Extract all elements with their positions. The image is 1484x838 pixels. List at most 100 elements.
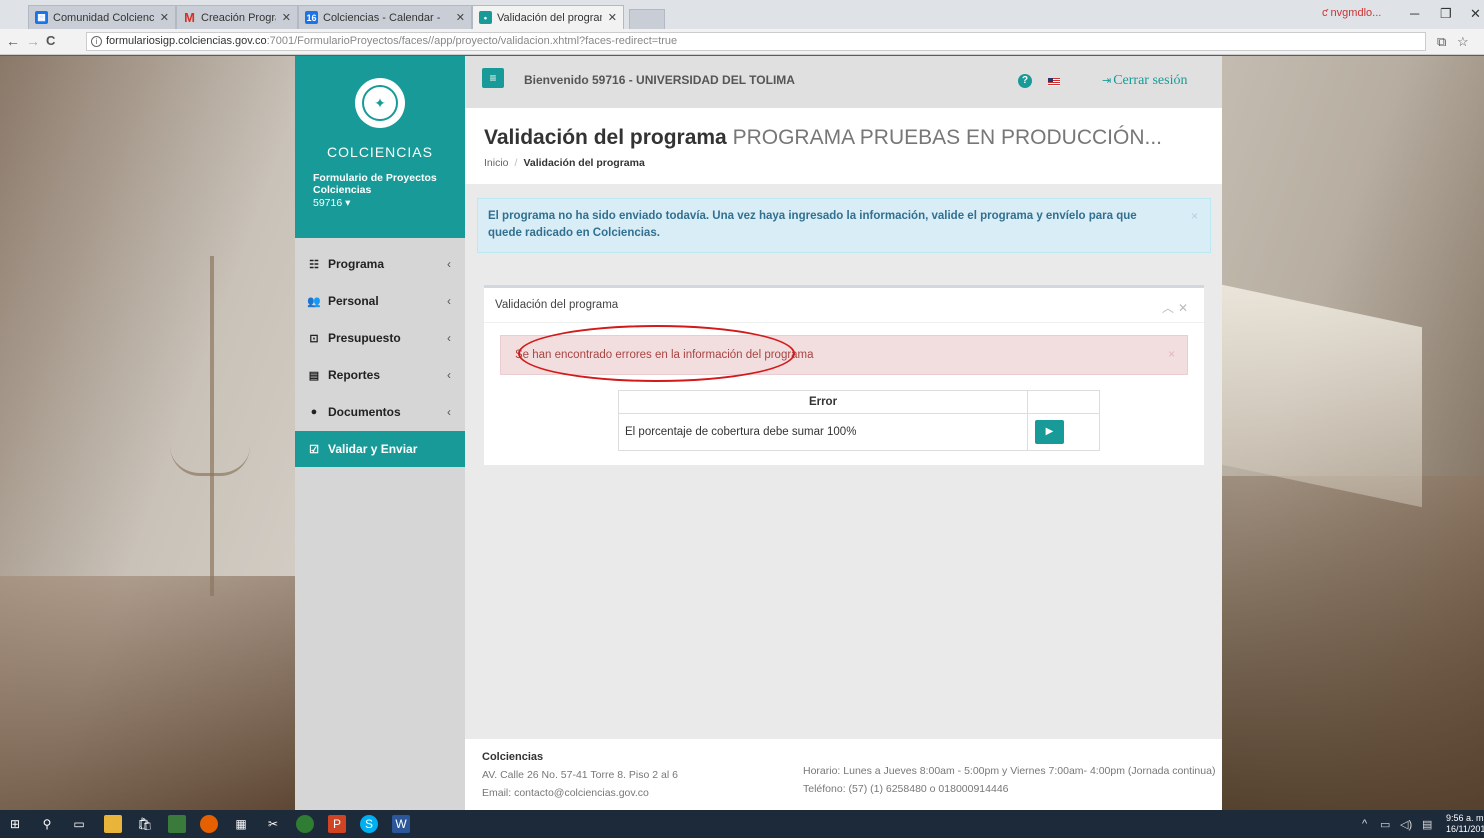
logout-link[interactable]: ⇥ Cerrar sesión [1102, 73, 1187, 89]
volume-icon[interactable]: ◁) [1400, 818, 1412, 831]
tab-title: Creación Programa : PRC [201, 11, 276, 24]
page-header: Validación del programa PROGRAMA PRUEBAS… [465, 108, 1222, 184]
restore-icon[interactable]: ❐ [1440, 6, 1452, 22]
chevron-left-icon: ‹ [447, 405, 451, 419]
welcome-text: Bienvenido 59716 - UNIVERSIDAD DEL TOLIM… [524, 73, 795, 87]
url-input[interactable]: i formulariosigp.colciencias.gov.co:7001/… [86, 32, 1426, 51]
validation-box-header: Validación del programa ︿✕ [484, 288, 1204, 323]
skype-icon[interactable]: S [360, 815, 378, 833]
tab-title: Comunidad Colciencias [53, 11, 154, 24]
back-arrow-icon[interactable]: ← [6, 33, 20, 49]
background-scale-pan [170, 446, 250, 476]
red-highlight-oval [518, 325, 795, 382]
hamburger-menu-icon[interactable]: ≡ [482, 68, 504, 88]
error-message: El porcentaje de cobertura debe sumar 10… [618, 413, 1028, 451]
box-tools: ︿✕ [1162, 299, 1192, 316]
sidebar-item-personal[interactable]: 👥 Personal ‹ [295, 283, 465, 319]
page-title: Validación del programa PROGRAMA PRUEBAS… [484, 126, 1162, 150]
forward-arrow-icon[interactable]: → [26, 33, 40, 49]
url-host: formulariosigp.colciencias.gov.co [106, 35, 267, 47]
sidebar-item-label: Programa [328, 257, 385, 271]
sidebar: ✦ COLCIENCIAS Formulario de Proyectos Co… [295, 56, 465, 810]
error-column-header: Error [618, 390, 1028, 414]
help-icon[interactable]: ? [1018, 74, 1032, 88]
chevron-left-icon: ‹ [447, 257, 451, 271]
seal-inner: ✦ [362, 85, 398, 121]
close-alert-icon[interactable]: × [1191, 208, 1198, 225]
close-tab-icon[interactable]: ✕ [160, 11, 169, 24]
background-scale-stem [210, 256, 214, 596]
browser-tab-comunidad[interactable]: ▦ Comunidad Colciencias ✕ [28, 5, 176, 29]
word-icon[interactable]: W [392, 815, 410, 833]
remove-icon[interactable]: ✕ [1178, 301, 1192, 315]
background-book [1222, 284, 1422, 508]
clock-date: 16/11/2017 [1446, 824, 1484, 834]
bookmark-star-icon[interactable]: ☆ [1457, 34, 1469, 50]
info-icon[interactable]: i [91, 36, 102, 47]
calendar-app-icon: ▦ [35, 11, 48, 24]
close-tab-icon[interactable]: ✕ [456, 11, 465, 24]
chevron-left-icon: ‹ [447, 294, 451, 308]
page-title-main: Validación del programa [484, 126, 727, 149]
breadcrumb-separator: / [514, 157, 518, 169]
close-tab-icon[interactable]: ✕ [608, 11, 617, 24]
main-content: ≡ Bienvenido 59716 - UNIVERSIDAD DEL TOL… [465, 56, 1222, 810]
us-flag-icon[interactable] [1048, 78, 1060, 86]
windows-start-icon[interactable]: ⊞ [6, 815, 24, 833]
file-explorer-icon[interactable] [104, 815, 122, 833]
browser-tab-calendar[interactable]: 16 Colciencias - Calendar - ✕ [298, 5, 472, 29]
user-id-dropdown[interactable]: 59716 ▾ [313, 197, 350, 209]
breadcrumb: Inicio / Validación del programa [484, 157, 645, 169]
chrome-icon[interactable] [296, 815, 314, 833]
store-icon[interactable]: 🛍 [136, 815, 154, 833]
browser-tab-creacion[interactable]: M Creación Programa : PRC ✕ [176, 5, 298, 29]
money-icon: ⊡ [309, 332, 319, 345]
url-path: :7001/FormularioProyectos/faces//app/pro… [266, 35, 678, 47]
page-title-program: PROGRAMA PRUEBAS EN PRODUCCIÓN... [732, 126, 1162, 149]
system-clock[interactable]: 9:56 a. m. 16/11/2017 [1446, 813, 1484, 835]
powerpoint-icon[interactable]: P [328, 815, 346, 833]
translate-icon[interactable]: ⧉ [1437, 34, 1446, 50]
info-alert-text: El programa no ha sido enviado todavía. … [488, 210, 1137, 239]
tab-title: Validación del programa [497, 11, 602, 24]
background-wood-left [0, 576, 300, 810]
network-icon[interactable]: ▭ [1380, 818, 1390, 831]
new-tab-button[interactable] [629, 9, 665, 29]
footer-phone: Teléfono: (57) (1) 6258480 o 01800091444… [803, 783, 1009, 795]
go-to-error-button[interactable]: ▶ [1035, 420, 1064, 444]
sidebar-item-label: Personal [328, 294, 379, 308]
sign-out-icon: ⇥ [1102, 75, 1112, 87]
calculator-icon[interactable]: ▦ [232, 815, 250, 833]
errors-table: Error El porcentaje de cobertura debe su… [618, 390, 1100, 451]
close-window-icon[interactable]: ✕ [1470, 6, 1481, 22]
firefox-icon[interactable] [200, 815, 218, 833]
breadcrumb-home[interactable]: Inicio [484, 157, 509, 169]
footer: Colciencias AV. Calle 26 No. 57-41 Torre… [465, 739, 1222, 810]
tray-chevron-icon[interactable]: ^ [1362, 818, 1367, 830]
footer-address: AV. Calle 26 No. 57-41 Torre 8. Piso 2 a… [482, 769, 678, 781]
photos-icon[interactable] [168, 815, 186, 833]
close-alert-icon[interactable]: × [1168, 336, 1175, 374]
snipping-tool-icon[interactable]: ✂ [264, 815, 282, 833]
notifications-icon[interactable]: ▤ [1422, 818, 1432, 831]
sidebar-item-reportes[interactable]: ▤ Reportes ‹ [295, 357, 465, 393]
minimize-icon[interactable]: ─ [1410, 6, 1419, 21]
sidebar-item-programa[interactable]: ☷ Programa ‹ [295, 246, 465, 282]
task-view-icon[interactable]: ▭ [70, 815, 88, 833]
browser-tab-validacion[interactable]: • Validación del programa ✕ [472, 5, 624, 29]
colombia-seal-logo: ✦ [355, 78, 405, 128]
close-tab-icon[interactable]: ✕ [282, 11, 291, 24]
table-row: El porcentaje de cobertura debe sumar 10… [618, 413, 1100, 451]
reload-icon[interactable]: C [46, 33, 55, 48]
collapse-icon[interactable]: ︿ [1162, 301, 1178, 315]
logout-label: Cerrar sesión [1113, 73, 1188, 88]
sidebar-item-validar-enviar[interactable]: ☑ Validar y Enviar [295, 431, 465, 467]
footer-org: Colciencias [482, 751, 544, 763]
sidebar-item-documentos[interactable]: ● Documentos ‹ [295, 394, 465, 430]
search-icon[interactable]: ⚲ [38, 815, 56, 833]
profile-name[interactable]: ƈ nvgmdlo... [1322, 7, 1381, 19]
check-square-icon: ☑ [309, 443, 319, 456]
footer-email: Email: contacto@colciencias.gov.co [482, 787, 649, 799]
sidebar-item-presupuesto[interactable]: ⊡ Presupuesto ‹ [295, 320, 465, 356]
brand-name: COLCIENCIAS [327, 144, 433, 160]
